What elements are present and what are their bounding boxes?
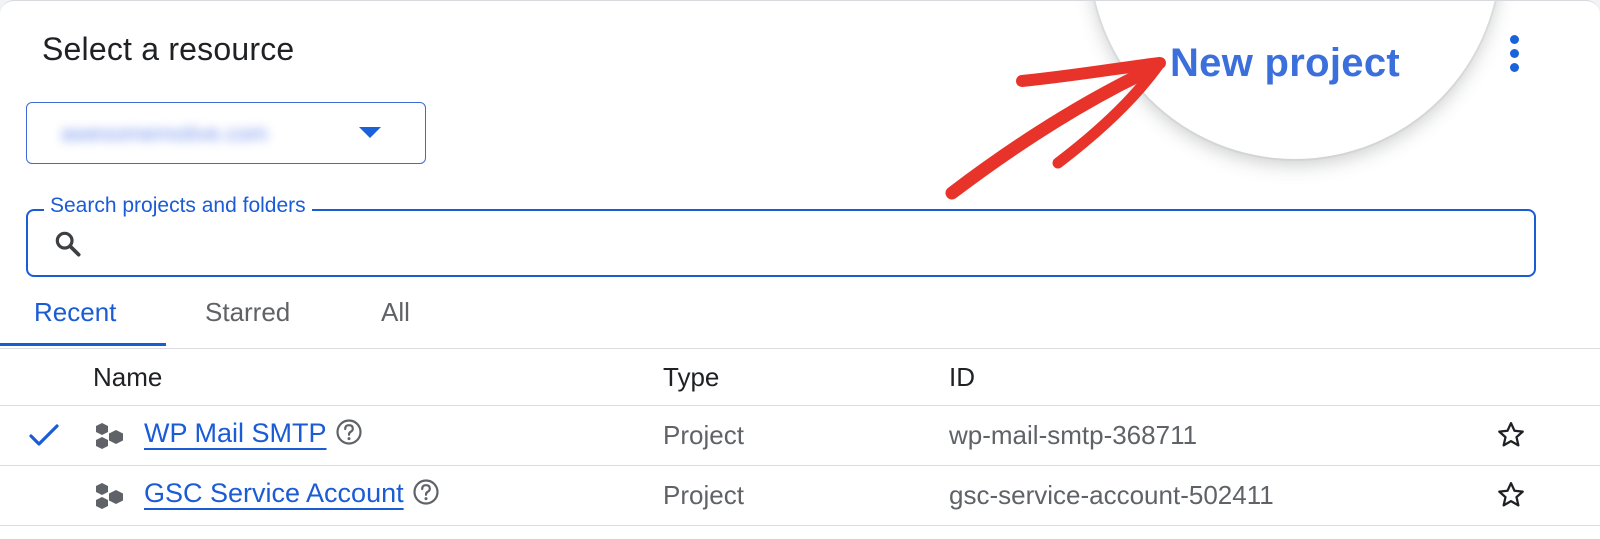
table-row[interactable]: GSC Service Account Project gsc-service-… bbox=[0, 466, 1600, 526]
table-header: Name Type ID bbox=[0, 349, 1600, 406]
project-link[interactable]: GSC Service Account bbox=[144, 478, 440, 509]
column-header-type: Type bbox=[663, 362, 720, 392]
annotation-arrow-icon bbox=[945, 57, 1166, 200]
project-name[interactable]: GSC Service Account bbox=[144, 478, 404, 508]
organization-value: awesomemotive.com bbox=[61, 121, 268, 146]
project-id: wp-mail-smtp-368711 bbox=[949, 420, 1198, 450]
tab-starred[interactable]: Starred bbox=[205, 297, 290, 328]
resource-table: Name Type ID WP Mail SMTP Project wp-mai… bbox=[0, 349, 1600, 526]
column-header-name: Name bbox=[93, 362, 163, 392]
check-icon bbox=[29, 424, 59, 446]
project-icon bbox=[96, 423, 123, 449]
star-icon[interactable] bbox=[1496, 480, 1526, 510]
select-resource-dialog: Select a resource awesomemotive.com Sear… bbox=[0, 0, 1600, 539]
project-id: gsc-service-account-502411 bbox=[949, 480, 1274, 510]
project-icon bbox=[96, 483, 123, 509]
dialog-title: Select a resource bbox=[42, 31, 295, 67]
caret-down-icon bbox=[359, 127, 381, 138]
star-icon[interactable] bbox=[1496, 420, 1526, 450]
organization-select[interactable]: awesomemotive.com bbox=[26, 102, 426, 164]
project-type: Project bbox=[663, 480, 744, 510]
column-header-id: ID bbox=[949, 362, 975, 392]
search-input[interactable] bbox=[100, 219, 1514, 267]
help-icon[interactable] bbox=[412, 478, 440, 506]
new-project-button[interactable]: New project bbox=[1170, 41, 1400, 86]
search-label: Search projects and folders bbox=[44, 194, 312, 218]
search-field[interactable]: Search projects and folders bbox=[26, 194, 1536, 277]
tab-bar: Recent Starred All bbox=[0, 283, 1600, 347]
more-vert-icon[interactable] bbox=[1502, 33, 1528, 73]
tab-all[interactable]: All bbox=[381, 297, 410, 328]
project-type: Project bbox=[663, 420, 744, 450]
table-row[interactable]: WP Mail SMTP Project wp-mail-smtp-368711 bbox=[0, 406, 1600, 466]
project-name[interactable]: WP Mail SMTP bbox=[144, 418, 327, 448]
search-icon bbox=[55, 231, 81, 257]
help-icon[interactable] bbox=[335, 418, 363, 446]
tab-recent[interactable]: Recent bbox=[34, 297, 116, 328]
active-tab-indicator bbox=[0, 343, 166, 346]
project-link[interactable]: WP Mail SMTP bbox=[144, 418, 363, 449]
